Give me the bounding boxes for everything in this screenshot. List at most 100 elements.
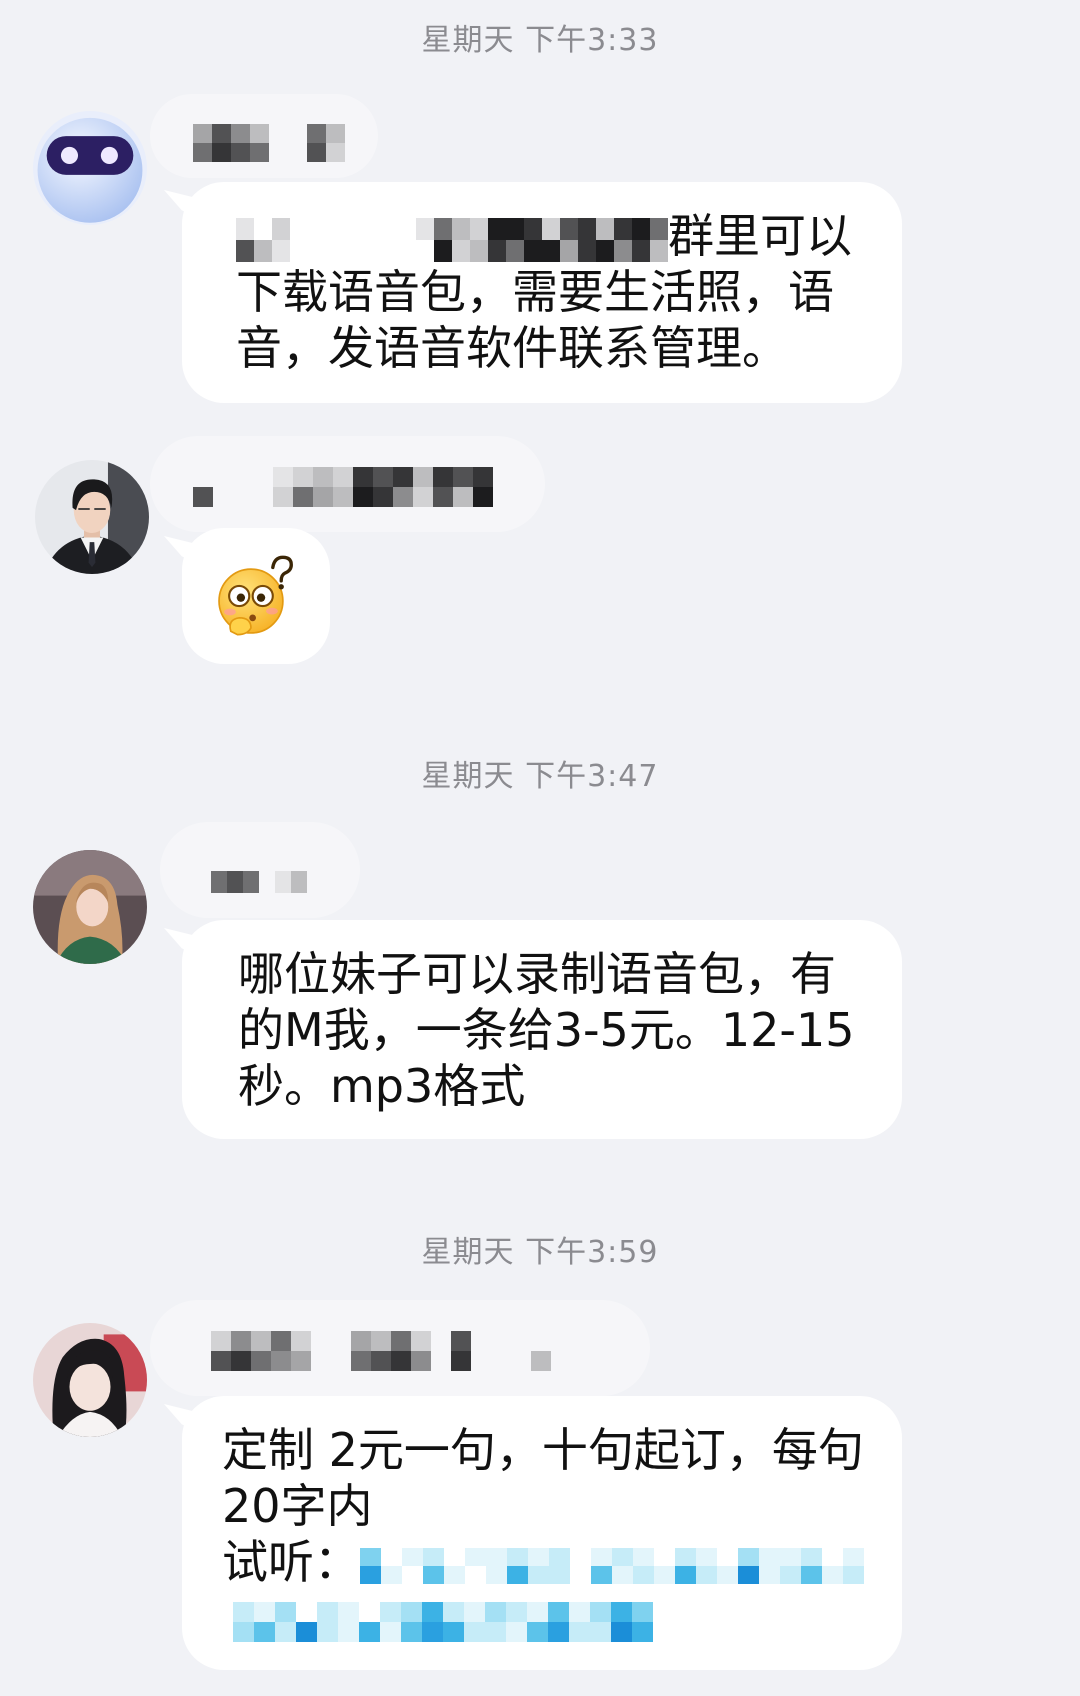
- mosaic-cell: [596, 217, 614, 240]
- mosaic-cell: [506, 1621, 527, 1642]
- mosaic-cell: [632, 1621, 653, 1642]
- girl-with-bangs-avatar-icon: [33, 1323, 147, 1437]
- mosaic-cell: [371, 1331, 391, 1351]
- mosaic-cell: [531, 1351, 551, 1371]
- mosaic-cell: [291, 871, 307, 893]
- chat-history[interactable]: 星期天 下午3:33 群里可以 下载语音包，需要生活照，语 音，发语音软件联系管…: [0, 0, 1080, 1696]
- mosaic-cell: [212, 143, 231, 162]
- robot-avatar[interactable]: [33, 111, 147, 225]
- mosaic-cell: [254, 1601, 275, 1622]
- mosaic-cell: [507, 1547, 528, 1566]
- mosaic-cell: [473, 467, 493, 487]
- message-text-line: 音，发语音软件联系管理。: [236, 321, 788, 375]
- mosaic-cell: [650, 239, 668, 262]
- message-text-line: 哪位妹子可以录制语音包，有: [238, 947, 836, 1001]
- mosaic-cell: [273, 467, 293, 487]
- mosaic-cell: [486, 1565, 507, 1584]
- mosaic-cell: [591, 1565, 612, 1584]
- mosaic-cell: [542, 217, 560, 240]
- mosaic-cell: [193, 143, 212, 162]
- mosaic-cell: [338, 1601, 359, 1622]
- mosaic-cell: [612, 1547, 633, 1566]
- mosaic-cell: [451, 1331, 471, 1351]
- message-text-line: 20字内: [222, 1479, 373, 1533]
- message-text-line: 秒。mp3格式: [238, 1059, 526, 1113]
- message-bubble[interactable]: 哪位妹子可以录制语音包，有 的M我，一条给3-5元。12-15 秒。mp3格式: [182, 920, 902, 1139]
- mosaic-cell: [486, 1547, 507, 1566]
- message-bubble[interactable]: 定制 2元一句，十句起订，每句 20字内 试听：: [182, 1396, 902, 1670]
- mosaic-cell: [528, 1547, 549, 1566]
- timestamp: 星期天 下午3:59: [421, 1235, 659, 1270]
- mosaic-cell: [524, 217, 542, 240]
- message-bubble[interactable]: 群里可以 下载语音包，需要生活照，语 音，发语音软件联系管理。: [182, 182, 902, 403]
- mosaic-cell: [578, 217, 596, 240]
- mosaic-cell: [632, 1601, 653, 1622]
- man-in-suit-avatar[interactable]: [35, 460, 149, 574]
- mosaic-cell: [271, 1331, 291, 1351]
- mosaic-cell: [275, 871, 291, 893]
- mosaic-cell: [801, 1547, 822, 1566]
- redacted-link[interactable]: [360, 1547, 864, 1584]
- girl-with-bangs-avatar[interactable]: [33, 1323, 147, 1437]
- mosaic-cell: [413, 467, 433, 487]
- sender-name-background: [160, 822, 360, 918]
- mosaic-cell: [227, 871, 243, 893]
- mosaic-cell: [423, 1565, 444, 1584]
- robot-avatar-icon: [33, 111, 147, 225]
- mosaic-cell: [452, 217, 470, 240]
- long-hair-girl-avatar[interactable]: [33, 850, 147, 964]
- mosaic-cell: [759, 1547, 780, 1566]
- mosaic-cell: [381, 1565, 402, 1584]
- mosaic-cell: [317, 1621, 338, 1642]
- mosaic-cell: [632, 239, 650, 262]
- mosaic-cell: [507, 1565, 528, 1584]
- mosaic-cell: [212, 124, 231, 143]
- message-text-line: 下载语音包，需要生活照，语: [236, 265, 834, 319]
- mosaic-cell: [243, 871, 259, 893]
- mosaic-cell: [470, 217, 488, 240]
- mosaic-cell: [251, 1351, 271, 1371]
- mosaic-cell: [612, 1565, 633, 1584]
- mosaic-cell: [801, 1565, 822, 1584]
- mosaic-cell: [401, 1601, 422, 1622]
- mosaic-cell: [360, 1547, 381, 1566]
- redacted-sender-name: [193, 124, 345, 162]
- mosaic-cell: [443, 1621, 464, 1642]
- mosaic-cell: [560, 217, 578, 240]
- mosaic-cell: [233, 1601, 254, 1622]
- mosaic-cell: [351, 1351, 371, 1371]
- mosaic-cell: [451, 1351, 471, 1371]
- mosaic-cell: [333, 487, 353, 507]
- mosaic-cell: [326, 143, 345, 162]
- mosaic-cell: [401, 1621, 422, 1642]
- redacted-link[interactable]: [233, 1601, 653, 1642]
- mosaic-cell: [524, 239, 542, 262]
- mosaic-cell: [633, 1547, 654, 1566]
- mosaic-cell: [632, 217, 650, 240]
- mosaic-cell: [236, 239, 254, 262]
- mosaic-cell: [569, 1601, 590, 1622]
- mosaic-cell: [560, 239, 578, 262]
- mosaic-cell: [317, 1601, 338, 1622]
- mosaic-cell: [433, 487, 453, 507]
- mosaic-cell: [275, 1601, 296, 1622]
- name-mosaic: [193, 467, 493, 507]
- mosaic-cell: [291, 1351, 311, 1371]
- confused-face-emoji-icon: [218, 555, 293, 636]
- mosaic-cell: [296, 1621, 317, 1642]
- mosaic-cell: [485, 1621, 506, 1642]
- mosaic-cell: [236, 217, 254, 240]
- mosaic-cell: [759, 1565, 780, 1584]
- mosaic-cell: [360, 1565, 381, 1584]
- mosaic-cell: [391, 1331, 411, 1351]
- listen-label: 试听：: [222, 1535, 360, 1589]
- mosaic-cell: [380, 1621, 401, 1642]
- redacted-sender-name: [193, 467, 493, 507]
- emoji-message-bubble[interactable]: [182, 528, 330, 664]
- mosaic-cell: [193, 487, 213, 507]
- message-text-line: 群里可以: [236, 208, 902, 264]
- mosaic-cell: [211, 1331, 231, 1351]
- mosaic-cell: [231, 1331, 251, 1351]
- mosaic-cell: [313, 487, 333, 507]
- mosaic-cell: [465, 1547, 486, 1566]
